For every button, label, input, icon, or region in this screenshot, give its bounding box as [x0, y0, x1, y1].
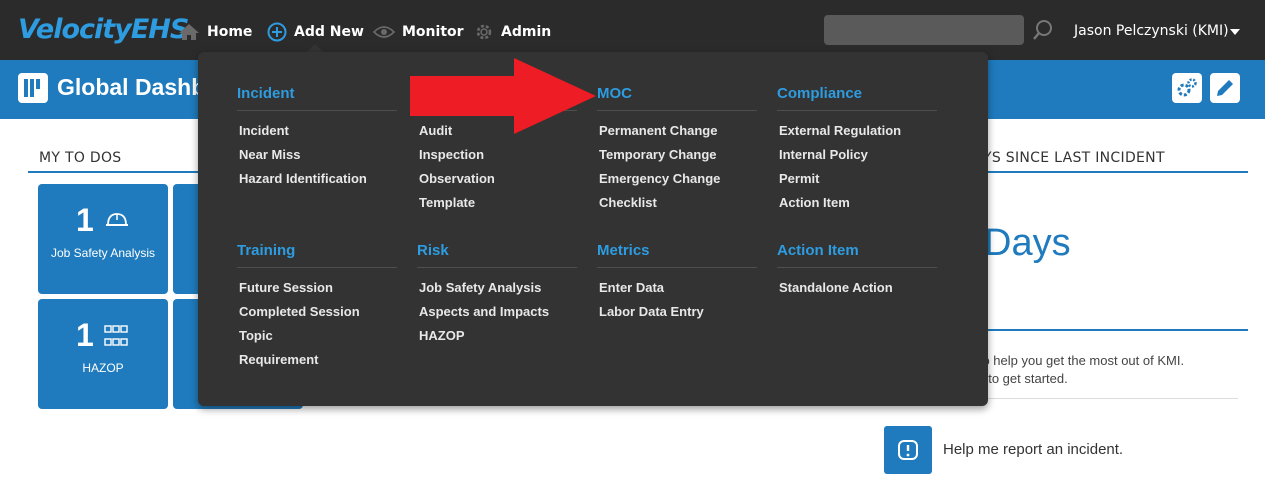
menu-heading-compliance[interactable]: Compliance	[777, 85, 862, 102]
incident-widget-title: YS SINCE LAST INCIDENT	[983, 150, 1165, 166]
menu-item-internal-policy[interactable]: Internal Policy	[779, 147, 868, 162]
incident-widget-divider	[968, 171, 1248, 173]
nav-admin-label: Admin	[501, 24, 552, 40]
todo-count: 1	[76, 202, 94, 238]
menu-item-future-session[interactable]: Future Session	[239, 280, 333, 295]
menu-heading-risk[interactable]: Risk	[417, 242, 449, 259]
chevron-down-icon[interactable]	[1230, 29, 1240, 35]
menu-item-permanent-change[interactable]: Permanent Change	[599, 123, 717, 138]
menu-item-requirement[interactable]: Requirement	[239, 352, 318, 367]
menu-divider	[597, 110, 757, 111]
edit-dashboard-button[interactable]	[1210, 73, 1240, 103]
todo-count: 1	[76, 317, 94, 353]
velocity-ehs-logo[interactable]: VelocityEHS	[18, 14, 189, 45]
menu-item-aspects-and-impacts[interactable]: Aspects and Impacts	[419, 304, 549, 319]
home-icon	[179, 24, 199, 40]
search-input[interactable]	[824, 15, 1024, 45]
todo-label: HAZOP	[82, 361, 124, 375]
gear-icon	[476, 24, 492, 40]
nav-monitor[interactable]: Monitor	[373, 20, 464, 44]
nav-home-label: Home	[207, 24, 253, 40]
nav-monitor-label: Monitor	[402, 24, 464, 40]
dashboard-icon	[18, 73, 48, 103]
menu-item-enter-data[interactable]: Enter Data	[599, 280, 664, 295]
menu-item-action-item[interactable]: Action Item	[779, 195, 850, 210]
top-navigation-bar: VelocityEHS Home Add New Monitor Admin J…	[0, 0, 1265, 60]
hard-hat-icon	[106, 213, 128, 226]
my-todos-title: MY TO DOS	[39, 150, 122, 166]
user-menu-name[interactable]: Jason Pelczynski (KMI)	[1074, 23, 1229, 39]
help-separator	[968, 398, 1238, 399]
alert-icon	[898, 440, 918, 460]
nav-add-new-label: Add New	[294, 24, 364, 40]
nav-home[interactable]: Home	[178, 20, 252, 44]
report-incident-label[interactable]: Help me report an incident.	[943, 441, 1123, 458]
menu-item-external-regulation[interactable]: External Regulation	[779, 123, 901, 138]
menu-item-checklist[interactable]: Checklist	[599, 195, 657, 210]
menu-heading-action-item[interactable]: Action Item	[777, 242, 859, 259]
menu-divider	[597, 267, 757, 268]
menu-heading-metrics[interactable]: Metrics	[597, 242, 650, 259]
menu-divider	[237, 110, 397, 111]
gears-icon	[1177, 78, 1197, 97]
menu-item-permit[interactable]: Permit	[779, 171, 819, 186]
menu-heading-moc[interactable]: MOC	[597, 85, 632, 102]
todo-label: Job Safety Analysis	[50, 246, 156, 260]
menu-item-labor-data-entry[interactable]: Labor Data Entry	[599, 304, 704, 319]
page-title: Global Dashb	[57, 74, 206, 100]
menu-item-standalone-action[interactable]: Standalone Action	[779, 280, 893, 295]
menu-divider	[777, 110, 937, 111]
nav-admin[interactable]: Admin	[474, 20, 551, 44]
menu-divider	[237, 267, 397, 268]
dashboard-settings-button[interactable]	[1172, 73, 1202, 103]
help-intro-text: e to help you get the most out of KMI. o…	[968, 352, 1184, 388]
flow-diagram-icon	[104, 325, 128, 346]
days-since-incident-value: Days	[984, 222, 1071, 264]
search-icon[interactable]	[1032, 19, 1054, 41]
menu-divider	[777, 267, 937, 268]
menu-item-template[interactable]: Template	[419, 195, 475, 210]
menu-item-incident[interactable]: Incident	[239, 123, 289, 138]
help-divider	[968, 329, 1248, 331]
menu-item-observation[interactable]: Observation	[419, 171, 495, 186]
nav-add-new[interactable]: Add New	[267, 20, 364, 44]
help-intro-line: e to help you get the most out of KMI.	[968, 353, 1185, 368]
todo-tile-hazop[interactable]: 1 HAZOP	[38, 299, 168, 409]
menu-divider	[417, 267, 577, 268]
help-intro-line: ow to get started.	[968, 371, 1068, 386]
menu-item-temporary-change[interactable]: Temporary Change	[599, 147, 717, 162]
menu-item-near-miss[interactable]: Near Miss	[239, 147, 300, 162]
todo-tile-job-safety-analysis[interactable]: 1 Job Safety Analysis	[38, 184, 168, 294]
menu-item-hazop[interactable]: HAZOP	[419, 328, 465, 343]
menu-heading-incident[interactable]: Incident	[237, 85, 295, 102]
menu-item-emergency-change[interactable]: Emergency Change	[599, 171, 720, 186]
pencil-icon	[1217, 80, 1233, 96]
menu-item-completed-session[interactable]: Completed Session	[239, 304, 360, 319]
annotation-arrow-icon	[410, 58, 596, 134]
eye-icon	[373, 26, 395, 38]
menu-item-hazard-identification[interactable]: Hazard Identification	[239, 171, 367, 186]
menu-item-inspection[interactable]: Inspection	[419, 147, 484, 162]
menu-item-topic[interactable]: Topic	[239, 328, 273, 343]
plus-circle-icon	[267, 22, 287, 42]
menu-item-job-safety-analysis[interactable]: Job Safety Analysis	[419, 280, 541, 295]
menu-heading-training[interactable]: Training	[237, 242, 295, 259]
report-incident-button[interactable]	[884, 426, 932, 474]
